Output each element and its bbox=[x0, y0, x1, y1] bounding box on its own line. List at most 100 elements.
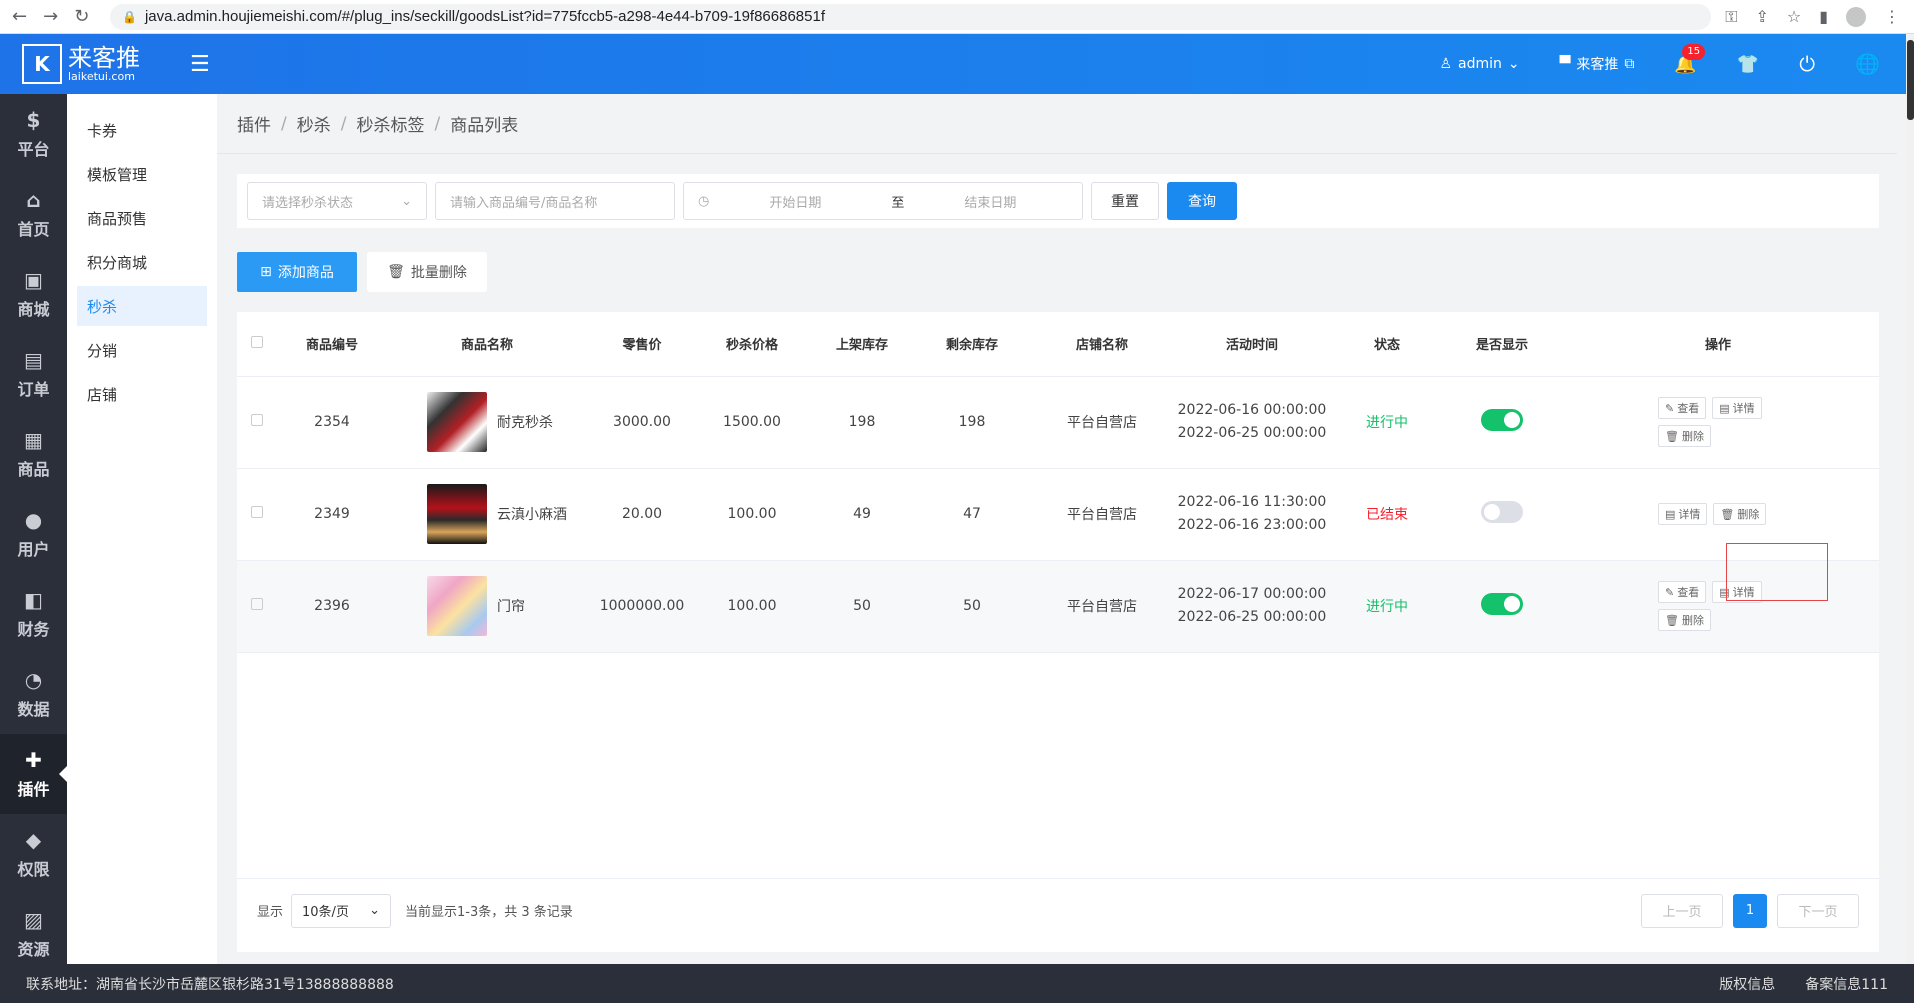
delete-label: 删除 bbox=[1681, 430, 1704, 443]
status-select[interactable]: 请选择秒杀状态 ⌄ bbox=[247, 182, 427, 220]
listed-stock: 50 bbox=[807, 560, 917, 653]
rail-label: 数据 bbox=[17, 700, 50, 719]
query-button[interactable]: 查询 bbox=[1167, 182, 1237, 220]
scrollbar-thumb[interactable] bbox=[1907, 40, 1914, 120]
globe-icon[interactable]: 🌐 bbox=[1855, 52, 1880, 76]
breadcrumb-item[interactable]: 秒杀 bbox=[297, 111, 331, 136]
breadcrumb-item[interactable]: 插件 bbox=[237, 111, 271, 136]
user-name: admin bbox=[1458, 56, 1502, 72]
rail-item-goods[interactable]: ▦ 商品 bbox=[0, 414, 67, 494]
trash-icon: 🗑 bbox=[1720, 507, 1735, 521]
retail-price: 1000000.00 bbox=[587, 560, 697, 653]
add-goods-button[interactable]: ⊞ 添加商品 bbox=[237, 252, 357, 292]
star-icon[interactable]: ☆ bbox=[1787, 7, 1801, 26]
end-date-placeholder: 结束日期 bbox=[964, 195, 1017, 211]
page-scrollbar[interactable] bbox=[1906, 34, 1914, 964]
notification-bell-icon[interactable]: 🔔 15 bbox=[1674, 43, 1706, 75]
subnav-item-seckill[interactable]: 秒杀 bbox=[77, 286, 207, 326]
key-icon[interactable]: ⚿ bbox=[1725, 7, 1737, 27]
subnav-item-distribution[interactable]: 分销 bbox=[77, 330, 207, 370]
select-all-checkbox[interactable] bbox=[251, 335, 263, 348]
document-icon: ▤ bbox=[1719, 401, 1730, 415]
subnav-item-points-mall[interactable]: 积分商城 bbox=[77, 242, 207, 282]
delete-button[interactable]: 🗑 删除 bbox=[1658, 425, 1711, 447]
user-menu[interactable]: ♙ admin ⌄ bbox=[1439, 56, 1519, 72]
row-checkbox[interactable] bbox=[251, 598, 263, 610]
table-row: 2349 云滇小麻酒 20.00 100.00 49 47 平台自营店 2022… bbox=[237, 468, 1879, 561]
detail-button[interactable]: ▤ 详情 bbox=[1712, 581, 1762, 603]
logo-mark-icon: K bbox=[22, 44, 62, 84]
view-button[interactable]: ✎ 查看 bbox=[1658, 397, 1707, 419]
row-checkbox[interactable] bbox=[251, 506, 263, 518]
display-toggle[interactable] bbox=[1481, 409, 1523, 431]
rail-item-data[interactable]: ◔ 数据 bbox=[0, 654, 67, 734]
share-icon[interactable]: ⇪ bbox=[1755, 7, 1768, 26]
bag-icon: ▦ bbox=[24, 428, 43, 452]
subnav-item-stores[interactable]: 店铺 bbox=[77, 374, 207, 414]
trash-icon: 🗑 bbox=[1665, 613, 1679, 627]
footer-copyright-link[interactable]: 版权信息 bbox=[1719, 974, 1775, 994]
view-label: 查看 bbox=[1677, 586, 1700, 599]
rail-item-users[interactable]: ● 用户 bbox=[0, 494, 67, 574]
select-all-cell bbox=[237, 312, 277, 377]
rail-item-resources[interactable]: ▨ 资源 bbox=[0, 894, 67, 974]
page-number-current[interactable]: 1 bbox=[1733, 893, 1767, 928]
forward-icon[interactable]: → bbox=[43, 6, 58, 27]
reload-icon[interactable]: ↻ bbox=[74, 6, 89, 27]
shirt-icon[interactable]: 👕 bbox=[1737, 54, 1759, 75]
edit-icon: ✎ bbox=[1665, 401, 1675, 415]
footer-record-link[interactable]: 备案信息111 bbox=[1805, 974, 1888, 994]
reset-button[interactable]: 重置 bbox=[1091, 182, 1159, 220]
rail-label: 商城 bbox=[17, 300, 50, 319]
breadcrumb-item[interactable]: 秒杀标签 bbox=[356, 111, 424, 136]
page-size-select[interactable]: 10条/页 ⌄ bbox=[291, 893, 392, 928]
back-icon[interactable]: ← bbox=[12, 6, 27, 27]
rail-label: 用户 bbox=[17, 540, 50, 559]
rail-label: 平台 bbox=[17, 140, 50, 159]
rail-item-orders[interactable]: ▤ 订单 bbox=[0, 334, 67, 414]
delete-button[interactable]: 🗑 删除 bbox=[1713, 503, 1767, 525]
rail-label: 资源 bbox=[17, 940, 50, 959]
table-header-row: 商品编号 商品名称 零售价 秒杀价格 上架库存 剩余库存 店铺名称 活动时间 状… bbox=[237, 312, 1879, 377]
rail-label: 财务 bbox=[17, 620, 50, 639]
rail-item-home[interactable]: ⌂ 首页 bbox=[0, 174, 67, 254]
remaining-stock: 198 bbox=[917, 376, 1027, 469]
plus-square-icon: ⊞ bbox=[260, 264, 272, 280]
detail-button[interactable]: ▤ 详情 bbox=[1658, 503, 1708, 525]
sidepanel-icon[interactable]: ▮ bbox=[1819, 7, 1828, 26]
rail-item-mall[interactable]: ▣ 商城 bbox=[0, 254, 67, 334]
goods-name: 云滇小麻酒 bbox=[497, 507, 567, 523]
goods-table-card: 商品编号 商品名称 零售价 秒杀价格 上架库存 剩余库存 店铺名称 活动时间 状… bbox=[237, 312, 1879, 952]
table-row: 2354 耐克秒杀 3000.00 1500.00 198 198 平台自营店 … bbox=[237, 376, 1879, 469]
shop-name: 平台自营店 bbox=[1027, 376, 1177, 469]
detail-button[interactable]: ▤ 详情 bbox=[1712, 397, 1762, 419]
logo[interactable]: K 来客推 laiketui.com bbox=[0, 44, 150, 84]
rail-item-permissions[interactable]: ◆ 权限 bbox=[0, 814, 67, 894]
trash-icon: 🗑 bbox=[1665, 429, 1679, 443]
delete-button[interactable]: 🗑 删除 bbox=[1658, 609, 1711, 631]
rail-item-plugins[interactable]: ✚ 插件 bbox=[0, 734, 67, 814]
row-checkbox[interactable] bbox=[251, 414, 263, 426]
batch-delete-button[interactable]: 🗑 批量删除 bbox=[367, 252, 487, 292]
address-bar[interactable]: 🔒 java.admin.houjiemeishi.com/#/plug_ins… bbox=[110, 3, 1712, 30]
shop-link[interactable]: ▀ 来客推 ⧉ bbox=[1560, 54, 1635, 74]
subnav-item-templates[interactable]: 模板管理 bbox=[77, 154, 207, 194]
next-page-button[interactable]: 下一页 bbox=[1777, 893, 1859, 928]
notification-badge: 15 bbox=[1682, 43, 1706, 60]
menu-toggle-icon[interactable]: ☰ bbox=[190, 52, 210, 77]
rail-item-platform[interactable]: $ 平台 bbox=[0, 94, 67, 174]
subnav-item-coupons[interactable]: 卡券 bbox=[77, 110, 207, 150]
prev-page-button[interactable]: 上一页 bbox=[1641, 893, 1723, 928]
power-icon[interactable]: ⏻ bbox=[1799, 52, 1815, 76]
image-icon: ▨ bbox=[24, 908, 43, 932]
display-toggle[interactable] bbox=[1481, 501, 1523, 523]
view-button[interactable]: ✎ 查看 bbox=[1658, 581, 1707, 603]
browser-toolbar: ← → ↻ 🔒 java.admin.houjiemeishi.com/#/pl… bbox=[0, 0, 1914, 34]
keyword-input[interactable]: 请输入商品编号/商品名称 bbox=[435, 182, 675, 220]
menu-icon[interactable]: ⋮ bbox=[1884, 7, 1900, 26]
subnav-item-presale[interactable]: 商品预售 bbox=[77, 198, 207, 238]
profile-icon[interactable] bbox=[1846, 6, 1866, 27]
rail-item-finance[interactable]: ◧ 财务 bbox=[0, 574, 67, 654]
date-range-picker[interactable]: ◷ 开始日期 至 结束日期 bbox=[683, 182, 1083, 220]
display-toggle[interactable] bbox=[1481, 593, 1523, 615]
